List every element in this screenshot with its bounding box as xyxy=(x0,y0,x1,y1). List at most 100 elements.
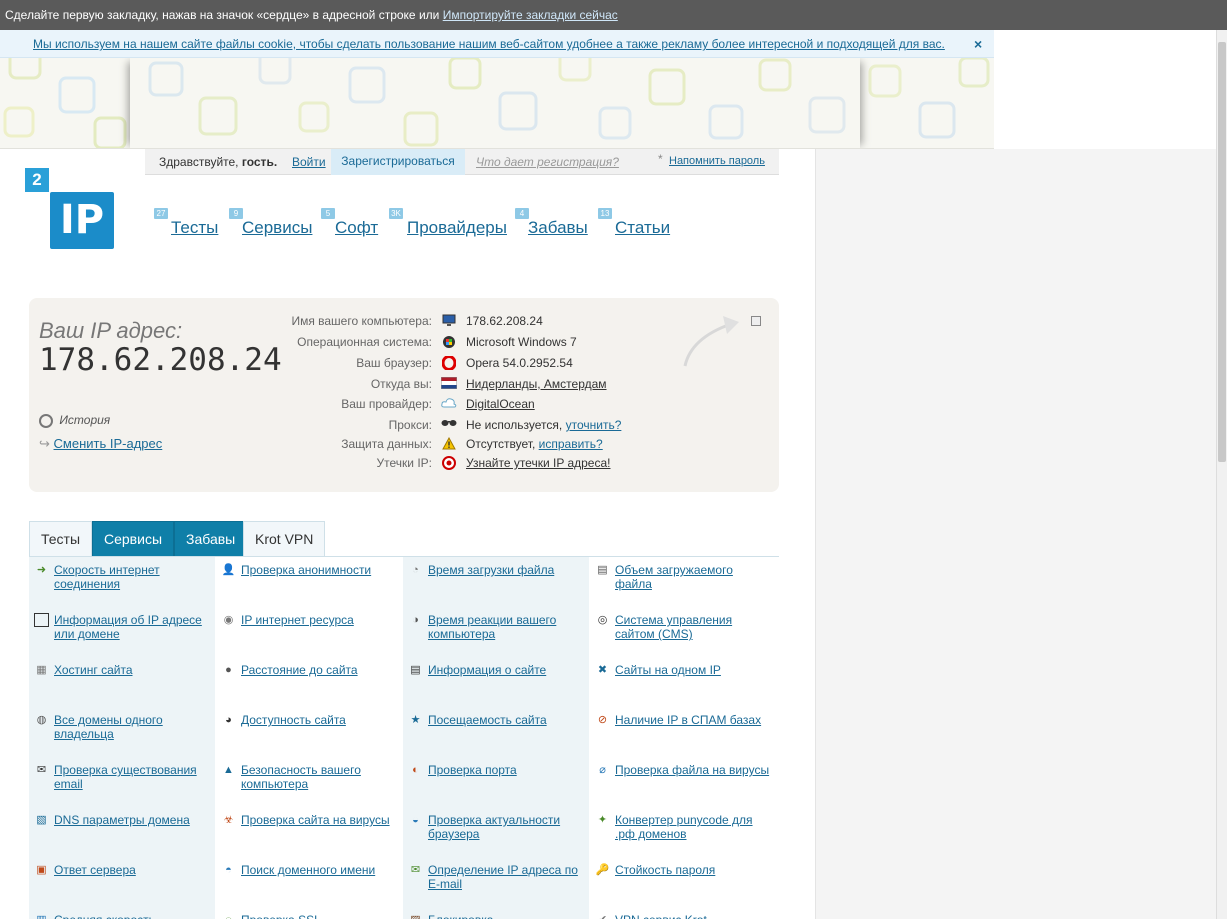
nav-fun[interactable]: Забавы xyxy=(528,218,588,238)
nav-badge-fun: 4 xyxy=(515,208,529,219)
panel-checkbox[interactable] xyxy=(751,316,761,326)
service-item[interactable]: ✉ Определение IP адреса по E-mail xyxy=(403,857,590,907)
service-item[interactable]: ▦ Хостинг сайта xyxy=(29,657,216,707)
service-item[interactable]: ● Расстояние до сайта xyxy=(216,657,403,707)
change-ip-link[interactable]: ↪ Сменить IP-адрес xyxy=(39,436,162,452)
service-link[interactable]: DNS параметры домена xyxy=(54,813,190,827)
service-link[interactable]: Стойкость пароля xyxy=(615,863,715,877)
nav-badge-services: 9 xyxy=(229,208,243,219)
service-item[interactable]: ◎ Система управления сайтом (CMS) xyxy=(590,607,777,657)
service-item[interactable]: ▨ Блокировка xyxy=(403,907,590,919)
service-link[interactable]: Определение IP адреса по E-mail xyxy=(428,863,578,891)
service-item[interactable]: Информация об IP адресе или домене xyxy=(29,607,216,657)
remind-password-link[interactable]: Напомнить пароль xyxy=(669,155,765,167)
service-link[interactable]: Ответ сервера xyxy=(54,863,136,877)
login-link[interactable]: Войти xyxy=(292,155,326,169)
what-registration-link[interactable]: Что дает регистрация? xyxy=(476,155,619,169)
service-item[interactable]: ▧ DNS параметры домена xyxy=(29,807,216,857)
service-link[interactable]: Доступность сайта xyxy=(241,713,346,727)
service-link[interactable]: Блокировка xyxy=(428,913,493,919)
nav-services[interactable]: Сервисы xyxy=(242,218,312,238)
nav-badge-soft: 5 xyxy=(321,208,335,219)
service-link[interactable]: Проверка анонимности xyxy=(241,563,371,577)
import-bookmarks-link[interactable]: Импортируйте закладки сейчас xyxy=(443,8,618,22)
service-link[interactable]: Система управления сайтом (CMS) xyxy=(615,613,732,641)
nav-articles[interactable]: Статьи xyxy=(615,218,670,238)
cookie-text[interactable]: Мы используем на нашем сайте файлы cooki… xyxy=(33,37,945,51)
service-item[interactable]: ➜ Скорость интернет соединения xyxy=(29,557,216,607)
service-item[interactable]: ✦ Конвертер punycode для .рф доменов xyxy=(590,807,777,857)
service-link[interactable]: Проверка актуальности браузера xyxy=(428,813,560,841)
service-link[interactable]: Конвертер punycode для .рф доменов xyxy=(615,813,753,841)
service-item[interactable]: ▤ Объем загружаемого файла xyxy=(590,557,777,607)
avg-speed-icon: ▥ xyxy=(34,913,49,919)
service-item[interactable]: ◍ Все домены одного владельца xyxy=(29,707,216,757)
nav-tests[interactable]: Тесты xyxy=(171,218,218,238)
service-link[interactable]: Безопасность вашего компьютера xyxy=(241,763,361,791)
service-item[interactable]: ★ Посещаемость сайта xyxy=(403,707,590,757)
service-link[interactable]: Хостинг сайта xyxy=(54,663,133,677)
service-item[interactable]: ◔ Время загрузки файла xyxy=(403,557,590,607)
service-item[interactable]: ▤ Информация о сайте xyxy=(403,657,590,707)
service-link[interactable]: Поиск доменного имени xyxy=(241,863,375,877)
service-item[interactable]: ▲ Безопасность вашего компьютера xyxy=(216,757,403,807)
tab-krot-vpn[interactable]: Krot VPN xyxy=(243,521,326,557)
service-item[interactable]: ✖ Сайты на одном IP xyxy=(590,657,777,707)
service-link[interactable]: Проверка сайта на вирусы xyxy=(241,813,390,827)
tab-fun[interactable]: Забавы xyxy=(174,521,248,557)
tab-tests[interactable]: Тесты xyxy=(29,521,93,557)
service-link[interactable]: Проверка существования email xyxy=(54,763,197,791)
service-link[interactable]: Посещаемость сайта xyxy=(428,713,547,727)
service-item[interactable]: ▣ Ответ сервера xyxy=(29,857,216,907)
service-item[interactable]: ✔ VPN сервис Krot xyxy=(590,907,777,919)
service-item[interactable]: 🔑 Стойкость пароля xyxy=(590,857,777,907)
tab-services[interactable]: Сервисы xyxy=(92,521,175,557)
service-item[interactable]: ⌀ Проверка файла на вирусы xyxy=(590,757,777,807)
service-link[interactable]: Проверка файла на вирусы xyxy=(615,763,769,777)
service-link[interactable]: Расстояние до сайта xyxy=(241,663,358,677)
clarify-link[interactable]: уточнить? xyxy=(566,418,622,432)
service-link[interactable]: IP интернет ресурса xyxy=(241,613,354,627)
service-item[interactable]: ▥ Средняя скорость xyxy=(29,907,216,919)
service-link[interactable]: Проверка порта xyxy=(428,763,517,777)
service-link[interactable]: Все домены одного владельца xyxy=(54,713,163,741)
service-link[interactable]: Информация об IP адресе или домене xyxy=(54,613,202,641)
service-link[interactable]: Время реакции вашего компьютера xyxy=(428,613,556,641)
logo[interactable]: IP xyxy=(50,192,114,249)
nav-soft[interactable]: Софт xyxy=(335,218,378,238)
service-item[interactable]: ☣ Проверка сайта на вирусы xyxy=(216,807,403,857)
scrollbar-thumb[interactable] xyxy=(1218,42,1226,462)
service-item[interactable]: ◑ Время реакции вашего компьютера xyxy=(403,607,590,657)
service-item[interactable]: ◕ Доступность сайта xyxy=(216,707,403,757)
service-link[interactable]: Время загрузки файла xyxy=(428,563,554,577)
service-link[interactable]: Информация о сайте xyxy=(428,663,546,677)
register-button[interactable]: Зарегистрироваться xyxy=(331,149,465,175)
fix-link[interactable]: исправить? xyxy=(539,437,603,451)
scrollbar[interactable] xyxy=(1216,30,1227,919)
logo-badge[interactable]: 2 xyxy=(25,168,49,192)
nav-providers[interactable]: Провайдеры xyxy=(407,218,507,238)
info-value-provider[interactable]: DigitalOcean xyxy=(466,397,535,411)
service-link[interactable]: Скорость интернет соединения xyxy=(54,563,160,591)
service-item[interactable]: ◌ Проверка SSL xyxy=(216,907,403,919)
service-link[interactable]: Сайты на одном IP xyxy=(615,663,721,677)
service-item[interactable]: ◉ IP интернет ресурса xyxy=(216,607,403,657)
info-value-leaks[interactable]: Узнайте утечки IP адреса! xyxy=(466,456,611,470)
service-link[interactable]: VPN сервис Krot xyxy=(615,913,707,919)
flag-icon xyxy=(440,376,458,391)
history-link[interactable]: История xyxy=(39,413,110,428)
service-item[interactable]: ◓ Поиск доменного имени xyxy=(216,857,403,907)
close-icon[interactable]: × xyxy=(974,30,982,58)
service-item[interactable]: 👤 Проверка анонимности xyxy=(216,557,403,607)
service-item[interactable]: ◒ Проверка актуальности браузера xyxy=(403,807,590,857)
ssl-icon: ◌ xyxy=(221,913,236,919)
service-item[interactable]: ◐ Проверка порта xyxy=(403,757,590,807)
service-item[interactable]: ⊘ Наличие IP в СПАМ базах xyxy=(590,707,777,757)
bookmark-bar: Сделайте первую закладку, нажав на значо… xyxy=(0,0,1227,30)
service-link[interactable]: Средняя скорость xyxy=(54,913,155,919)
service-link[interactable]: Наличие IP в СПАМ базах xyxy=(615,713,761,727)
info-value-location[interactable]: Нидерланды, Амстердам xyxy=(466,377,607,391)
service-link[interactable]: Объем загружаемого файла xyxy=(615,563,733,591)
service-link[interactable]: Проверка SSL xyxy=(241,913,321,919)
service-item[interactable]: ✉ Проверка существования email xyxy=(29,757,216,807)
